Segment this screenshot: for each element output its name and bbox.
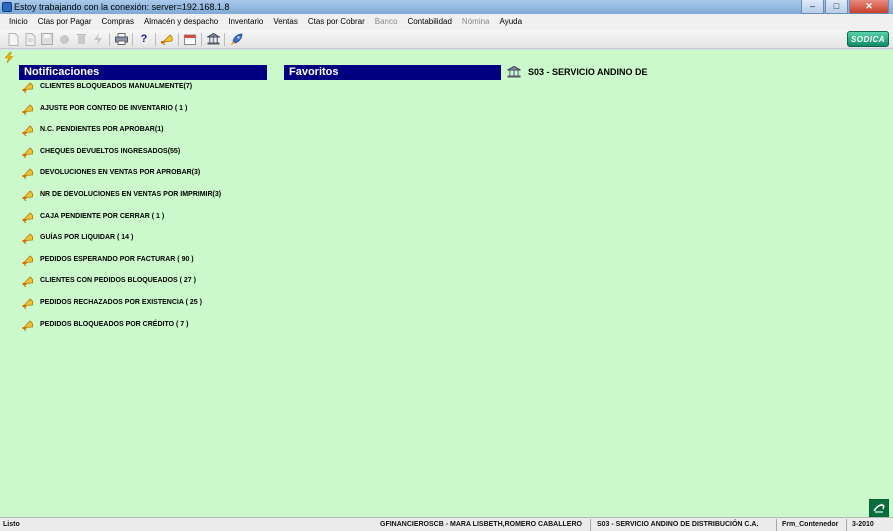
notification-label[interactable]: PEDIDOS BLOQUEADOS POR CRÉDITO ( 7 ): [40, 319, 188, 331]
status-bar: Listo GFINANCIEROSCB - MARA LISBETH,ROME…: [0, 517, 893, 531]
bell-icon: [22, 255, 34, 266]
notification-label[interactable]: DEVOLUCIONES EN VENTAS POR APROBAR(3): [40, 167, 200, 179]
bell-icon: [22, 125, 34, 137]
notification-label[interactable]: GUÍAS POR LIQUIDAR ( 14 ): [40, 232, 133, 244]
toolbar-separator: [224, 32, 225, 46]
status-form: Frm_Contenedor: [782, 521, 839, 528]
bell-icon: [22, 320, 34, 331]
notification-label[interactable]: NR DE DEVOLUCIONES EN VENTAS POR IMPRIMI…: [40, 189, 221, 201]
menu-inventario[interactable]: Inventario: [223, 14, 268, 30]
bell-icon: [22, 168, 34, 180]
notification-item[interactable]: NR DE DEVOLUCIONES EN VENTAS POR IMPRIMI…: [22, 189, 272, 211]
app-icon: [2, 2, 12, 12]
save-icon[interactable]: [40, 32, 54, 46]
status-company: S03 - SERVICIO ANDINO DE DISTRIBUCIÓN C.…: [597, 521, 759, 528]
menu-ctas-por-cobrar[interactable]: Ctas por Cobrar: [303, 14, 370, 30]
notification-item[interactable]: AJUSTE POR CONTEO DE INVENTARIO ( 1 ): [22, 103, 272, 125]
bell-icon: [22, 104, 34, 115]
window-title: Estoy trabajando con la conexión: server…: [14, 2, 230, 12]
favorites-header: Favoritos: [284, 65, 501, 80]
toolbar-separator: [201, 32, 202, 46]
notification-item[interactable]: CLIENTES CON PEDIDOS BLOQUEADOS ( 27 ): [22, 275, 272, 297]
notification-label[interactable]: PEDIDOS RECHAZADOS POR EXISTENCIA ( 25 ): [40, 297, 202, 309]
menu-contabilidad[interactable]: Contabilidad: [402, 14, 456, 30]
notification-item[interactable]: CAJA PENDIENTE POR CERRAR ( 1 ): [22, 211, 272, 233]
bell-icon: [22, 82, 34, 93]
print-icon[interactable]: [114, 32, 128, 46]
notifications-bell-icon[interactable]: [160, 32, 174, 46]
bell-icon: [22, 233, 34, 245]
menu-nomina: Nómina: [461, 17, 490, 26]
notification-label[interactable]: PEDIDOS ESPERANDO POR FACTURAR ( 90 ): [40, 254, 194, 266]
status-divider: [846, 519, 847, 531]
recycle-icon[interactable]: [869, 499, 889, 517]
menu-bar: Inicio Ctas por Pagar Compras Almacén y …: [0, 14, 893, 30]
toolbar-separator: [109, 32, 110, 46]
toolbar-separator: [155, 32, 156, 46]
notification-item[interactable]: N.C. PENDIENTES POR APROBAR(1): [22, 124, 272, 146]
status-period: 3-2010: [852, 521, 874, 528]
menu-ayuda[interactable]: Ayuda: [495, 14, 528, 30]
bell-icon: [22, 298, 34, 309]
toolbar-separator: [132, 32, 133, 46]
notification-label[interactable]: CLIENTES BLOQUEADOS MANUALMENTE(7): [40, 81, 192, 93]
status-user: GFINANCIEROSCB - MARA LISBETH,ROMERO CAB…: [380, 521, 582, 528]
company-logo: SODICA: [847, 31, 889, 47]
status-divider: [590, 519, 591, 531]
notification-item[interactable]: GUÍAS POR LIQUIDAR ( 14 ): [22, 232, 272, 254]
menu-inicio[interactable]: Inicio: [4, 14, 33, 30]
title-bar: Estoy trabajando con la conexión: server…: [0, 0, 893, 14]
menu-ventas[interactable]: Ventas: [268, 14, 302, 30]
menu-almacen-y-despacho[interactable]: Almacén y despacho: [139, 14, 223, 30]
notification-label[interactable]: AJUSTE POR CONTEO DE INVENTARIO ( 1 ): [40, 103, 187, 115]
notification-item[interactable]: PEDIDOS BLOQUEADOS POR CRÉDITO ( 7 ): [22, 319, 272, 341]
rocket-icon[interactable]: [229, 32, 243, 46]
calendar-icon[interactable]: [183, 32, 197, 46]
toolbar-separator: [178, 32, 179, 46]
notification-item[interactable]: PEDIDOS ESPERANDO POR FACTURAR ( 90 ): [22, 254, 272, 276]
notification-label[interactable]: CLIENTES CON PEDIDOS BLOQUEADOS ( 27 ): [40, 275, 196, 287]
bank-icon[interactable]: [206, 32, 220, 46]
bell-icon: [22, 147, 34, 158]
bell-icon: [22, 212, 34, 223]
main-area: Notificaciones Favoritos S03 - SERVICIO …: [0, 50, 893, 517]
maximize-button[interactable]: □: [825, 0, 848, 14]
company-indicator: S03 - SERVICIO ANDINO DE: [507, 66, 648, 78]
help-icon[interactable]: ?: [137, 32, 151, 46]
status-divider: [776, 519, 777, 531]
company-name: S03 - SERVICIO ANDINO DE: [528, 67, 648, 77]
document-icon[interactable]: [23, 32, 37, 46]
bell-icon: [22, 190, 34, 201]
notification-item[interactable]: PEDIDOS RECHAZADOS POR EXISTENCIA ( 25 ): [22, 297, 272, 319]
bell-icon: [22, 276, 34, 288]
notification-item[interactable]: CLIENTES BLOQUEADOS MANUALMENTE(7): [22, 81, 272, 103]
toolbar: ?: [0, 30, 893, 49]
close-button[interactable]: ✕: [849, 0, 889, 14]
notification-item[interactable]: CHEQUES DEVUELTOS INGRESADOS(55): [22, 146, 272, 168]
menu-banco: Banco: [374, 17, 398, 26]
minimize-button[interactable]: –: [801, 0, 824, 14]
delete-icon[interactable]: [74, 32, 88, 46]
status-text: Listo: [3, 521, 20, 528]
notification-label[interactable]: CAJA PENDIENTE POR CERRAR ( 1 ): [40, 211, 164, 223]
notifications-list: CLIENTES BLOQUEADOS MANUALMENTE(7) AJUST…: [22, 81, 272, 340]
notification-label[interactable]: CHEQUES DEVUELTOS INGRESADOS(55): [40, 146, 180, 158]
refresh-icon[interactable]: [91, 32, 105, 46]
notification-item[interactable]: DEVOLUCIONES EN VENTAS POR APROBAR(3): [22, 167, 272, 189]
bank-icon: [507, 66, 521, 78]
menu-ctas-por-pagar[interactable]: Ctas por Pagar: [33, 14, 97, 30]
lightning-icon: [4, 51, 14, 66]
menu-compras[interactable]: Compras: [97, 14, 139, 30]
record-icon[interactable]: [57, 32, 71, 46]
new-document-icon[interactable]: [6, 32, 20, 46]
window-controls: – □ ✕: [801, 0, 889, 14]
notifications-header: Notificaciones: [19, 65, 267, 80]
notification-label[interactable]: N.C. PENDIENTES POR APROBAR(1): [40, 124, 163, 136]
